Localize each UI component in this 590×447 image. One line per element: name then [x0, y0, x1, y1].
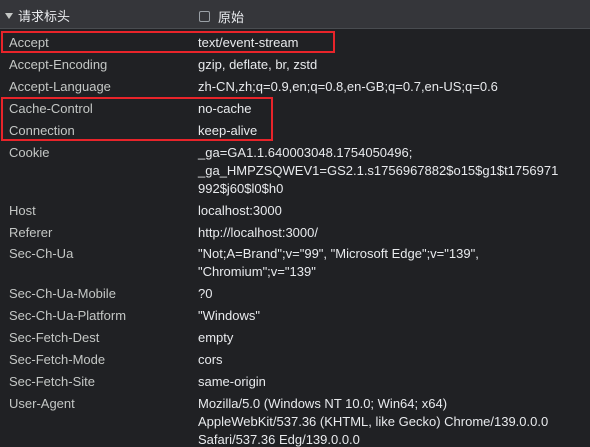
section-title: 请求标头: [18, 9, 71, 24]
header-name: Accept: [9, 35, 49, 50]
header-value: http://localhost:3000/: [198, 225, 318, 240]
checkbox-icon[interactable]: [199, 11, 210, 22]
header-name: Accept-Encoding: [9, 57, 108, 72]
header-value: Mozilla/5.0 (Windows NT 10.0; Win64; x64…: [198, 396, 549, 447]
header-name: Host: [9, 203, 36, 218]
header-name: Cache-Control: [9, 101, 93, 116]
header-name: Sec-Ch-Ua: [9, 246, 74, 261]
header-value: empty: [198, 330, 234, 345]
header-name: Accept-Language: [9, 79, 111, 94]
header-value: keep-alive: [198, 123, 258, 138]
raw-label: 原始: [218, 10, 245, 25]
header-value: "Windows": [198, 308, 260, 323]
header-name: Sec-Fetch-Site: [9, 374, 95, 389]
request-headers-section-header: 请求标头 原始: [0, 0, 590, 29]
header-name: Sec-Ch-Ua-Platform: [9, 308, 127, 323]
header-value: ?0: [198, 286, 213, 301]
header-name: Connection: [9, 123, 75, 138]
header-name: Sec-Fetch-Dest: [9, 330, 100, 345]
header-name: Cookie: [9, 145, 50, 160]
header-name: User-Agent: [9, 396, 75, 411]
request-headers-toggle[interactable]: 请求标头: [5, 6, 70, 25]
header-value: cors: [198, 352, 223, 367]
header-value: _ga=GA1.1.640003048.1754050496; _ga_HMPZ…: [198, 145, 559, 196]
header-value: localhost:3000: [198, 203, 282, 218]
header-value: same-origin: [198, 374, 266, 389]
raw-checkbox[interactable]: 原始: [199, 7, 244, 26]
header-value: zh-CN,zh;q=0.9,en;q=0.8,en-GB;q=0.7,en-U…: [198, 79, 498, 94]
header-value: "Not;A=Brand";v="99", "Microsoft Edge";v…: [198, 246, 479, 279]
header-name: Referer: [9, 225, 53, 240]
header-name: Sec-Ch-Ua-Mobile: [9, 286, 116, 301]
header-value: gzip, deflate, br, zstd: [198, 57, 318, 72]
triangle-down-icon[interactable]: [5, 13, 13, 19]
header-value: text/event-stream: [198, 35, 299, 50]
header-name: Sec-Fetch-Mode: [9, 352, 106, 367]
header-value: no-cache: [198, 101, 252, 116]
